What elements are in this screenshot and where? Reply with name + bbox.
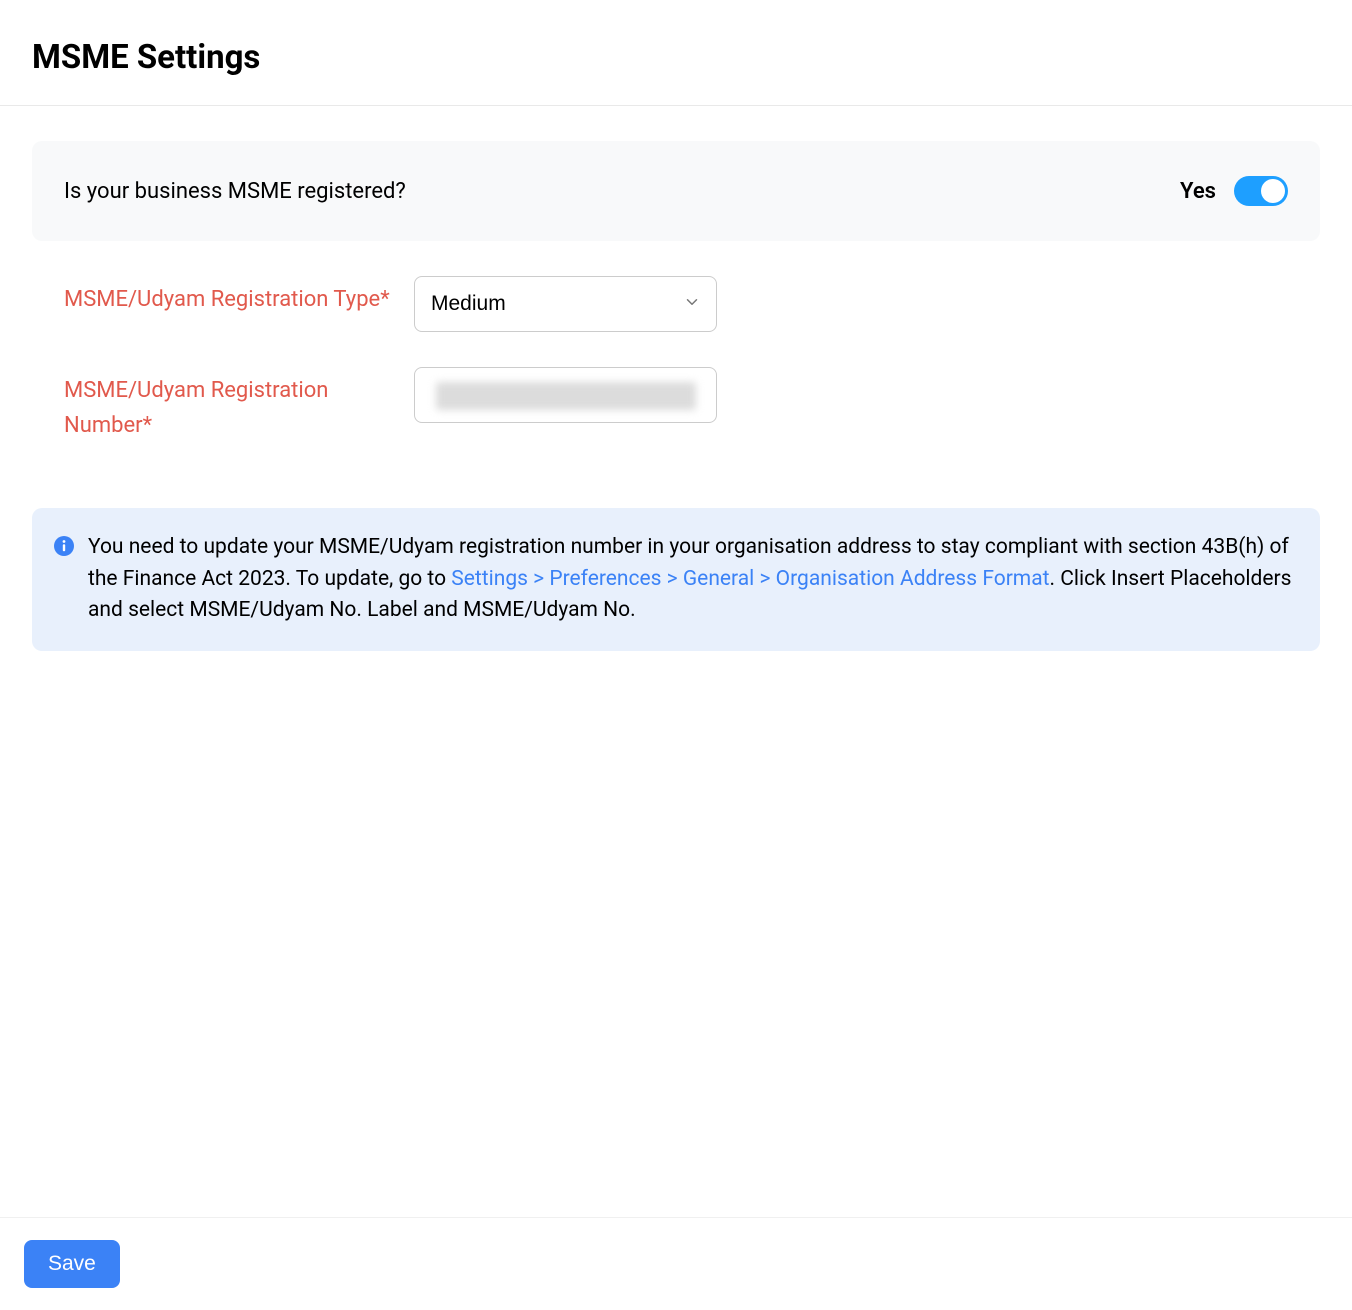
toggle-label: Yes [1180, 179, 1216, 204]
toggle-knob [1261, 179, 1285, 203]
reg-number-blurred-value [436, 382, 696, 410]
page-title: MSME Settings [32, 38, 1320, 77]
reg-type-select-wrapper [414, 276, 717, 332]
info-icon [54, 536, 74, 556]
info-banner: You need to update your MSME/Udyam regis… [32, 508, 1320, 651]
msme-registered-card: Is your business MSME registered? Yes [32, 141, 1320, 241]
toggle-group: Yes [1180, 176, 1288, 206]
msme-registered-toggle[interactable] [1234, 176, 1288, 206]
reg-number-row: MSME/Udyam Registration Number* [32, 367, 1320, 443]
footer-bar: Save [0, 1217, 1352, 1310]
content-area: Is your business MSME registered? Yes MS… [0, 106, 1352, 651]
save-button[interactable]: Save [24, 1240, 120, 1288]
msme-registered-question: Is your business MSME registered? [64, 179, 406, 204]
info-link[interactable]: Settings > Preferences > General > Organ… [451, 567, 1049, 591]
info-text: You need to update your MSME/Udyam regis… [88, 532, 1298, 627]
reg-type-label: MSME/Udyam Registration Type* [64, 276, 414, 317]
reg-type-select[interactable] [414, 276, 717, 332]
reg-number-label: MSME/Udyam Registration Number* [64, 367, 414, 443]
reg-number-input[interactable] [414, 367, 717, 423]
reg-type-row: MSME/Udyam Registration Type* [32, 276, 1320, 332]
page-header: MSME Settings [0, 0, 1352, 106]
